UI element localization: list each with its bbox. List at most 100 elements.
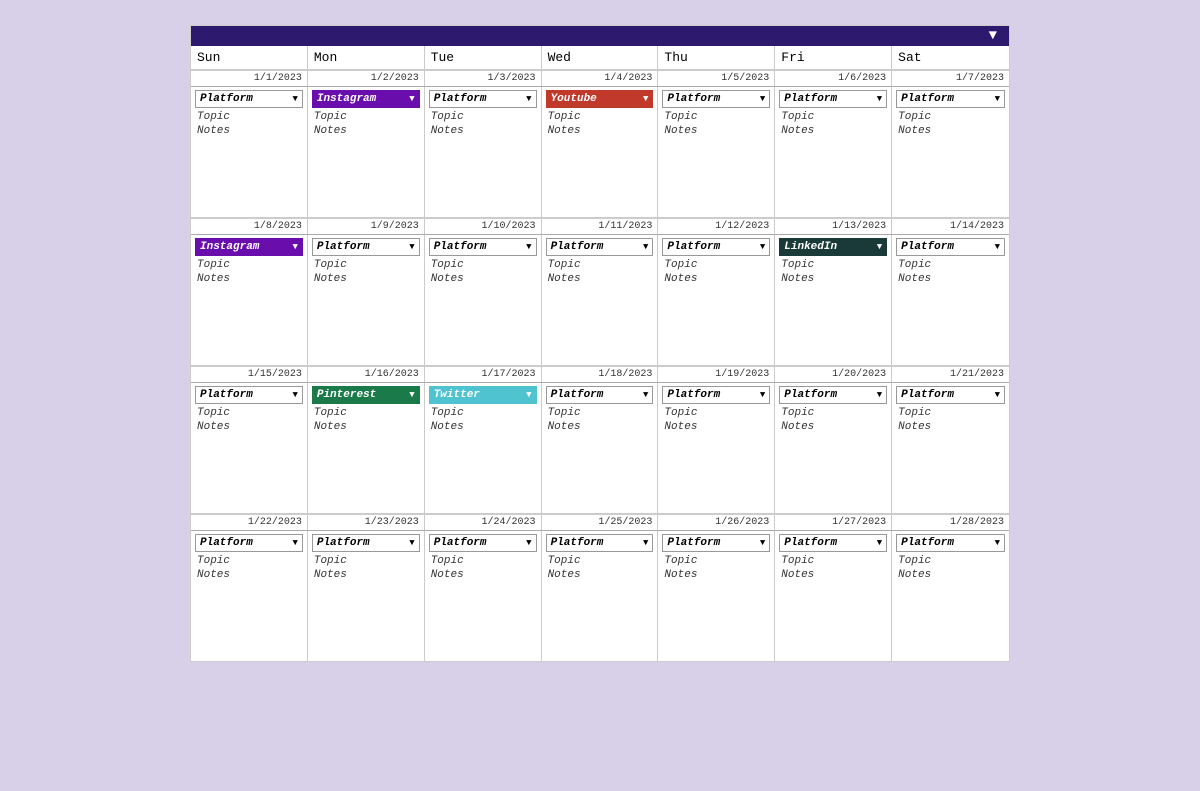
day-cell: Platform▼ Topic Notes [425,235,542,365]
notes-label: Notes [195,569,303,581]
topic-label: Topic [779,555,887,567]
dropdown-arrow-icon: ▼ [643,94,648,104]
notes-label: Notes [779,421,887,433]
dropdown-arrow-icon: ▼ [995,390,1000,400]
topic-label: Topic [312,259,420,271]
day-cell: Platform▼TopicNotes [542,531,659,661]
date-label: 1/7/2023 [892,70,1009,86]
dropdown-arrow-icon: ▼ [409,538,414,548]
platform-dropdown[interactable]: Platform▼ [429,534,537,552]
day-cell: Platform▼TopicNotes [658,235,775,365]
platform-dropdown[interactable]: Platform▼ [546,238,654,256]
platform-dropdown[interactable]: Platform ▼ [779,90,887,108]
day-cell: Platform▼TopicNotes [892,531,1009,661]
platform-dropdown[interactable]: Platform▼ [779,534,887,552]
platform-dropdown[interactable]: Platform▼ [546,386,654,404]
day-header-tue: Tue [425,46,542,69]
platform-dropdown[interactable]: Platform▼ [662,90,770,108]
day-cell: Platform▼ Topic Notes [542,383,659,513]
notes-label: Notes [662,569,770,581]
dropdown-arrow-icon: ▼ [409,242,414,252]
calendar-container: ▼ SunMonTueWedThuFriSat 1/1/20231/2/2023… [190,25,1010,662]
day-header-wed: Wed [542,46,659,69]
notes-label: Notes [195,273,303,285]
day-cell: Twitter▼TopicNotes [425,383,542,513]
date-label: 1/6/2023 [775,70,892,86]
day-cell: Platform▼ Topic Notes [308,531,425,661]
notes-label: Notes [312,569,420,581]
date-labels-row-3: 1/22/20231/23/20231/24/20231/25/20231/26… [191,514,1009,531]
platform-label: Platform [551,537,604,549]
day-cell: Instagram▼TopicNotes [308,87,425,217]
day-cell: Pinterest▼TopicNotes [308,383,425,513]
notes-label: Notes [779,273,887,285]
platform-label: Platform [434,241,487,253]
date-label: 1/10/2023 [425,218,542,234]
platform-dropdown[interactable]: Platform▼ [429,90,537,108]
platform-dropdown[interactable]: Platform▼ [195,386,303,404]
platform-label: Platform [551,241,604,253]
platform-dropdown[interactable]: Platform▼ [662,238,770,256]
notes-label: Notes [195,421,303,433]
dropdown-arrow-icon: ▼ [526,538,531,548]
notes-label: Notes [779,569,887,581]
platform-dropdown[interactable]: Platform▼ [195,90,303,108]
topic-label: Topic [312,555,420,567]
date-label: 1/27/2023 [775,514,892,530]
platform-dropdown[interactable]: Platform▼ [896,386,1005,404]
topic-label: Topic [429,259,537,271]
platform-label: Platform [784,537,837,549]
day-header-mon: Mon [308,46,425,69]
notes-label: Notes [546,421,654,433]
dropdown-arrow-icon: ▼ [760,538,765,548]
day-cell: Youtube▼TopicNotes [542,87,659,217]
notes-label: Notes [546,273,654,285]
topic-label: Topic [896,111,1005,123]
topic-label: Topic [195,407,303,419]
dropdown-arrow-icon: ▼ [409,94,414,104]
date-label: 1/26/2023 [658,514,775,530]
platform-dropdown[interactable]: Platform▼ [429,238,537,256]
platform-dropdown[interactable]: Platform▼ [195,534,303,552]
day-cell: Platform▼ Topic Notes [191,383,308,513]
platform-dropdown[interactable]: Instagram▼ [312,90,420,108]
platform-dropdown[interactable]: Platform▼ [662,534,770,552]
date-labels-row-0: 1/1/20231/2/20231/3/20231/4/20231/5/2023… [191,70,1009,87]
platform-label: Platform [784,93,837,105]
week-row-1: Instagram▼TopicNotesPlatform▼TopicNotesP… [191,235,1009,366]
dropdown-arrow-icon: ▼ [877,94,882,104]
platform-dropdown[interactable]: Platform▼ [779,386,887,404]
notes-label: Notes [312,125,420,137]
notes-label: Notes [429,125,537,137]
platform-dropdown[interactable]: Platform▼ [662,386,770,404]
date-label: 1/24/2023 [425,514,542,530]
notes-label: Notes [195,125,303,137]
day-cell: Platform▼TopicNotes [658,383,775,513]
platform-dropdown[interactable]: Twitter▼ [429,386,537,404]
topic-label: Topic [546,407,654,419]
platform-dropdown[interactable]: Pinterest▼ [312,386,420,404]
platform-dropdown[interactable]: Platform▼ [896,90,1005,108]
month-dropdown-arrow[interactable]: ▼ [989,28,997,44]
notes-label: Notes [429,273,537,285]
day-cell: Platform▼TopicNotes [308,235,425,365]
topic-label: Topic [546,259,654,271]
dropdown-arrow-icon: ▼ [292,242,297,252]
platform-dropdown[interactable]: Platform▼ [896,238,1005,256]
platform-dropdown[interactable]: Platform▼ [546,534,654,552]
platform-label: Platform [667,93,720,105]
day-cell: Platform▼TopicNotes [191,531,308,661]
day-cell: Platform▼ Topic Notes [542,235,659,365]
day-cell: Platform▼TopicNotes [425,87,542,217]
notes-label: Notes [896,273,1005,285]
platform-label: Platform [667,389,720,401]
platform-dropdown[interactable]: Youtube▼ [546,90,654,108]
platform-dropdown[interactable]: Platform▼ [312,238,420,256]
platform-dropdown[interactable]: Instagram▼ [195,238,303,256]
platform-dropdown[interactable]: Platform▼ [896,534,1005,552]
date-label: 1/16/2023 [308,366,425,382]
day-cell: Platform▼TopicNotes [892,87,1009,217]
platform-dropdown[interactable]: Platform▼ [312,534,420,552]
platform-dropdown[interactable]: LinkedIn▼ [779,238,887,256]
topic-label: Topic [195,259,303,271]
